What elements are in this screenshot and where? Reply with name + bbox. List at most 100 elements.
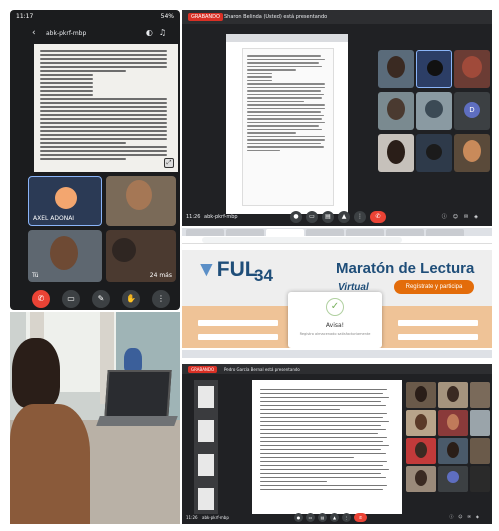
participant-tile[interactable]	[378, 134, 414, 172]
browser-tab[interactable]	[386, 229, 424, 236]
header-icons: ◐♫	[146, 28, 172, 37]
recording-badge: GRABANDO	[188, 366, 218, 373]
more-options-button[interactable]: ⋮	[342, 513, 351, 522]
meeting-code: abk-pkrf-mbp	[204, 214, 238, 220]
participant-tile[interactable]	[438, 438, 468, 464]
participant-tile[interactable]	[416, 134, 452, 172]
end-call-button[interactable]: ✆	[370, 211, 386, 223]
phone-status-bar: 11:17 54%	[10, 10, 180, 24]
browser-tab[interactable]	[346, 229, 384, 236]
call-controls: ✆ ▭ ✎ ✋ ⋮	[10, 288, 180, 310]
participant-tile[interactable]	[378, 50, 414, 88]
camera-button[interactable]: ▭	[306, 211, 318, 223]
participant-tile[interactable]: D	[454, 92, 490, 130]
laptop-screen	[104, 370, 172, 418]
student-photo	[10, 312, 180, 524]
participant-tile[interactable]: AXEL ADONAI	[28, 176, 102, 226]
mic-button[interactable]: ●	[290, 211, 302, 223]
participant-tile[interactable]	[438, 466, 468, 492]
participant-tile[interactable]: 24 más	[106, 230, 176, 282]
participant-tile[interactable]	[470, 466, 490, 492]
side-panel-icons[interactable]: ⓘ☺✉◈	[449, 514, 484, 520]
participant-tile[interactable]	[106, 176, 176, 226]
meeting-code: abk-pkrf-mbp	[202, 515, 229, 520]
battery-level: 54%	[160, 13, 174, 20]
success-dialog: ✓ Avisa! Registro almacenado satisfactor…	[288, 292, 382, 348]
captions-button[interactable]: ▤	[322, 211, 334, 223]
participant-video	[112, 238, 136, 262]
participant-tile[interactable]	[378, 92, 414, 130]
side-panel-icons[interactable]: ⓘ☺✉◈	[442, 213, 484, 220]
form-input[interactable]	[398, 334, 478, 340]
participant-tile[interactable]	[438, 382, 468, 408]
participant-tile[interactable]	[406, 382, 436, 408]
avatar	[55, 187, 77, 209]
participant-tile[interactable]	[454, 50, 490, 88]
fullscreen-icon[interactable]: ⤢	[164, 158, 174, 168]
phone-meet-window: 11:17 54% ‹ abk-pkrf-mbp ◐♫ ⤢ AXEL ADONA…	[10, 10, 180, 310]
present-button[interactable]: ▲	[330, 513, 339, 522]
page-thumbnail[interactable]	[198, 454, 214, 476]
form-input[interactable]	[198, 334, 278, 340]
more-options-button[interactable]: ⋮	[354, 211, 366, 223]
desktop-meet-window-bottom: GRABANDO Pedro García Bernal está presen…	[182, 350, 492, 524]
participant-tile[interactable]	[454, 134, 490, 172]
form-input[interactable]	[398, 320, 478, 326]
participant-tile[interactable]: Tú	[28, 230, 102, 282]
browser-tab[interactable]	[186, 229, 224, 236]
meeting-code: abk-pkrf-mbp	[46, 30, 87, 37]
desktop-meet-window-top: GRABANDO Sharon Belinda (Usted) está pre…	[182, 10, 492, 226]
page-thumbnail[interactable]	[198, 386, 214, 408]
speaker-icon[interactable]: ♫	[159, 28, 172, 37]
camera-toggle-button[interactable]: ▭	[62, 290, 80, 308]
participant-tile[interactable]	[438, 410, 468, 436]
end-call-button[interactable]: ✆	[354, 513, 367, 522]
camera-flip-icon[interactable]: ◐	[146, 28, 159, 37]
participant-tile[interactable]	[416, 50, 452, 88]
browser-website-window: ▼FUL 34 Maratón de Lectura Virtual Regís…	[182, 228, 492, 348]
mic-button[interactable]: ●	[294, 513, 303, 522]
edition-number: 34	[254, 266, 273, 285]
page-thumbnails	[194, 380, 218, 514]
participant-tile[interactable]	[470, 438, 490, 464]
browser-tab[interactable]	[426, 229, 464, 236]
address-bar[interactable]	[182, 236, 492, 244]
presenting-text: Pedro García Bernal está presentando	[224, 367, 300, 372]
presenting-banner: GRABANDO Sharon Belinda (Usted) está pre…	[182, 10, 492, 24]
mic-toggle-button[interactable]: ✎	[92, 290, 110, 308]
participant-tile[interactable]	[470, 410, 490, 436]
hand-raise-button[interactable]: ✋	[122, 290, 140, 308]
register-button[interactable]: Regístrate y participa	[394, 280, 474, 294]
browser-tab-active[interactable]	[266, 229, 304, 236]
participant-tile[interactable]	[416, 92, 452, 130]
meet-bottom-bar: 11:26 abk-pkrf-mbp ● ▭ ▤ ▲ ⋮ ✆ ⓘ☺✉◈	[182, 512, 492, 524]
checkmark-icon: ✓	[326, 298, 344, 316]
end-call-button[interactable]: ✆	[32, 290, 50, 308]
captions-button[interactable]: ▤	[318, 513, 327, 522]
camera-button[interactable]: ▭	[306, 513, 315, 522]
status-time: 11:17	[16, 13, 34, 20]
participant-video	[126, 180, 152, 210]
present-button[interactable]: ▲	[338, 211, 350, 223]
document-page	[242, 48, 334, 206]
participant-tile[interactable]	[406, 410, 436, 436]
dialog-message: Registro almacenado satisfactoriamente	[299, 332, 371, 336]
page-title: Maratón de Lectura	[336, 260, 475, 277]
more-options-button[interactable]: ⋮	[152, 290, 170, 308]
back-arrow-icon[interactable]: ‹	[32, 28, 36, 38]
shared-document-view	[252, 380, 402, 514]
participant-tile[interactable]	[406, 438, 436, 464]
form-input[interactable]	[198, 320, 278, 326]
participant-tile[interactable]	[470, 382, 490, 408]
ful-logo[interactable]: ▼FUL	[196, 258, 258, 282]
participant-name: AXEL ADONAI	[33, 215, 75, 222]
collage-canvas: 11:17 54% ‹ abk-pkrf-mbp ◐♫ ⤢ AXEL ADONA…	[0, 0, 499, 531]
more-participants: 24 más	[149, 272, 172, 279]
page-thumbnail[interactable]	[198, 488, 214, 510]
browser-tab[interactable]	[226, 229, 264, 236]
meeting-time: 11:26	[186, 214, 201, 220]
page-thumbnail[interactable]	[198, 420, 214, 442]
browser-tab[interactable]	[306, 229, 344, 236]
participant-tile[interactable]	[406, 466, 436, 492]
browser-tab-strip	[182, 228, 492, 236]
